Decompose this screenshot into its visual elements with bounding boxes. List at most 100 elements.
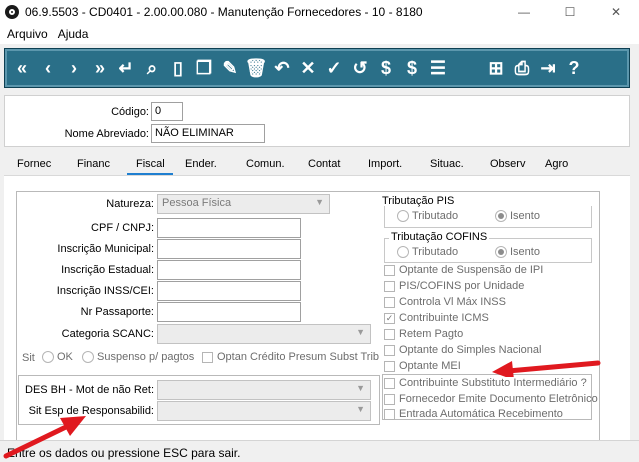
title-bar: 06.9.5503 - CD0401 - 2.00.00.080 - Manut… (0, 0, 639, 24)
checkbox-icon (384, 328, 395, 340)
minimize-button[interactable]: — (501, 0, 547, 24)
trash-icon[interactable]: 🗑 (243, 58, 269, 79)
codigo-label: Código: (111, 106, 149, 118)
inscricao-municipal-label: Inscrição Municipal: (57, 243, 154, 255)
window-controls: — ☐ ✕ (501, 0, 639, 24)
close-button[interactable]: ✕ (593, 0, 639, 24)
edit-icon[interactable]: ✎ (217, 58, 243, 79)
cofins-isento-radio[interactable]: Isento (495, 246, 540, 258)
chevron-down-icon: ▼ (356, 383, 365, 393)
optante-mei-label: Optante MEI (399, 360, 461, 372)
radio-icon (397, 210, 409, 222)
radio-selected-icon (495, 210, 507, 222)
optante-suspensao-ipi-checkbox[interactable]: Optante de Suspensão de IPI (384, 264, 543, 276)
fornecedor-emite-doc-label: Fornecedor Emite Documento Eletrônico (399, 393, 598, 405)
des-bh-select[interactable]: ▼ (157, 380, 371, 400)
optante-mei-checkbox[interactable]: Optante MEI (384, 360, 461, 372)
des-bh-label: DES BH - Mot de não Ret: (25, 384, 154, 396)
maximize-button[interactable]: ☐ (547, 0, 593, 24)
tab-financ[interactable]: Financ (64, 156, 118, 175)
inscricao-municipal-field[interactable] (157, 239, 301, 259)
cpf-cnpj-field[interactable] (157, 218, 301, 238)
entrada-automatica-label: Entrada Automática Recebimento (399, 408, 563, 420)
tributacao-pis-group: Tributado Isento (384, 206, 592, 228)
fornecedor-emite-doc-checkbox[interactable]: Fornecedor Emite Documento Eletrônico (384, 393, 598, 405)
confirm-icon[interactable]: ✓ (321, 58, 347, 79)
chevron-down-icon: ▼ (356, 327, 365, 337)
sit-ok-label: OK (57, 351, 73, 363)
checkbox-icon (202, 351, 213, 363)
cancel-icon[interactable]: ✕ (295, 58, 321, 79)
entrada-automatica-checkbox[interactable]: Entrada Automática Recebimento (384, 408, 563, 420)
sit-ok-radio[interactable]: OK (42, 351, 73, 363)
tab-situac[interactable]: Situac. (417, 156, 477, 175)
checkbox-icon (384, 393, 395, 405)
inscricao-estadual-field[interactable] (157, 260, 301, 280)
tab-ender[interactable]: Ender. (173, 156, 233, 175)
retem-pagto-checkbox[interactable]: Retem Pagto (384, 328, 463, 340)
new-document-icon[interactable]: ▯ (165, 58, 191, 79)
sit-esp-select[interactable]: ▼ (157, 401, 371, 421)
first-record-icon[interactable]: « (9, 58, 35, 79)
enter-icon[interactable]: ↵ (113, 58, 139, 79)
checklist-icon[interactable]: ☰ (425, 58, 451, 79)
nome-abreviado-field[interactable]: NÃO ELIMINAR (151, 124, 265, 143)
inscricao-inss-label: Inscrição INSS/CEI: (56, 285, 154, 297)
natureza-label: Natureza: (106, 198, 154, 210)
pis-tributado-radio[interactable]: Tributado (397, 210, 458, 222)
radio-selected-icon (495, 246, 507, 258)
tab-agro[interactable]: Agro (539, 156, 579, 175)
next-record-icon[interactable]: › (61, 58, 87, 79)
search-icon[interactable]: ⌕ (139, 58, 165, 79)
tab-comun[interactable]: Comun. (233, 156, 295, 175)
chevron-down-icon: ▼ (356, 404, 365, 414)
cpf-cnpj-label: CPF / CNPJ: (91, 222, 154, 234)
checkbox-icon (384, 360, 395, 372)
contribuinte-icms-label: Contribuinte ICMS (399, 312, 489, 324)
dollar-icon[interactable]: $ (399, 58, 425, 79)
tab-import[interactable]: Import. (355, 156, 417, 175)
tab-fiscal[interactable]: Fiscal (127, 156, 173, 175)
cofins-tributado-radio[interactable]: Tributado (397, 246, 458, 258)
tab-fornec[interactable]: Fornec (4, 156, 64, 175)
checkbox-icon (384, 264, 395, 276)
last-record-icon[interactable]: » (87, 58, 113, 79)
passaporte-field[interactable] (157, 302, 301, 322)
copy-icon[interactable]: ❐ (191, 58, 217, 79)
checkbox-icon (384, 344, 395, 356)
controla-vl-max-inss-checkbox[interactable]: Controla Vl Máx INSS (384, 296, 506, 308)
exit-icon[interactable]: ⇥ (535, 58, 561, 79)
retem-pagto-label: Retem Pagto (399, 328, 464, 340)
pis-cofins-unidade-checkbox[interactable]: PIS/COFINS por Unidade (384, 280, 524, 292)
contribuinte-icms-checkbox[interactable]: ✓ Contribuinte ICMS (384, 312, 489, 324)
menu-bar: Arquivo Ajuda (0, 24, 639, 44)
cofins-isento-label: Isento (510, 246, 540, 258)
help-icon[interactable]: ? (561, 58, 587, 79)
radio-icon (42, 351, 54, 363)
status-bar: Entre os dados ou pressione ESC para sai… (0, 440, 639, 462)
categoria-scanc-select[interactable]: ▼ (157, 324, 371, 344)
natureza-select[interactable]: Pessoa Física ▼ (157, 194, 330, 214)
menu-ajuda[interactable]: Ajuda (58, 27, 89, 41)
sit-suspenso-radio[interactable]: Suspenso p/ pagtos (82, 351, 194, 363)
contribuinte-substituto-checkbox[interactable]: Contribuinte Substituto Intermediário ? (384, 377, 587, 389)
previous-record-icon[interactable]: ‹ (35, 58, 61, 79)
history-icon[interactable]: ↺ (347, 58, 373, 79)
sitemap-icon[interactable]: ⊞ (483, 58, 509, 79)
codigo-field[interactable]: 0 (151, 102, 183, 121)
app-icon (5, 5, 19, 19)
pis-isento-label: Isento (510, 210, 540, 222)
tab-observ[interactable]: Observ (477, 156, 539, 175)
tab-contat[interactable]: Contat (295, 156, 355, 175)
optan-credito-checkbox[interactable]: Optan Crédito Presum Subst Trib (202, 351, 379, 363)
radio-icon (82, 351, 94, 363)
pis-isento-radio[interactable]: Isento (495, 210, 540, 222)
sit-suspenso-label: Suspenso p/ pagtos (97, 351, 195, 363)
undo-icon[interactable]: ↶ (269, 58, 295, 79)
menu-arquivo[interactable]: Arquivo (7, 27, 48, 41)
inscricao-inss-field[interactable] (157, 281, 301, 301)
checkmark-icon: ✓ (384, 312, 395, 324)
coin-icon[interactable]: $ (373, 58, 399, 79)
fiscal-panel: Natureza: Pessoa Física ▼ CPF / CNPJ: Ins… (4, 176, 630, 441)
print-icon[interactable]: ⎙ (509, 58, 535, 79)
